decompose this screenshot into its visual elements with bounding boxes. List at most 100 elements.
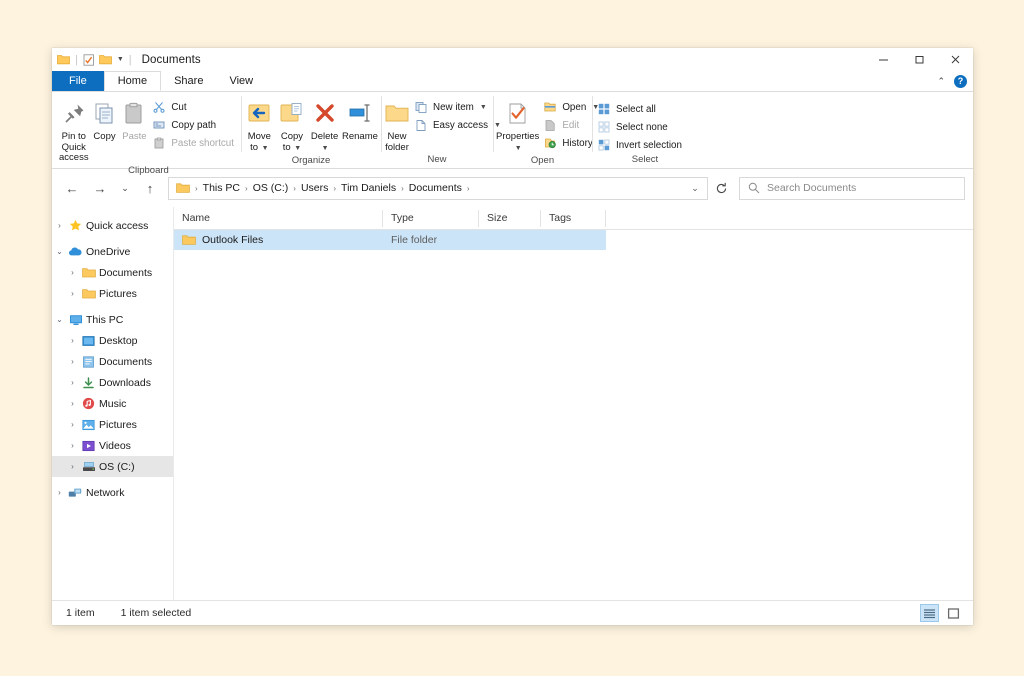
move-to-button[interactable]: Move to ▼ <box>244 96 275 154</box>
table-row[interactable]: Outlook Files File folder <box>174 230 606 250</box>
breadcrumb-item-tim-daniels[interactable]: Tim Daniels <box>337 182 400 194</box>
copy-to-button[interactable]: Copy to ▼ <box>277 96 308 154</box>
sidebar-item-this-pc[interactable]: ⌄ This PC <box>52 309 173 330</box>
refresh-button[interactable] <box>709 177 733 200</box>
qat-customize-caret-icon[interactable]: ▼ <box>117 56 124 63</box>
breadcrumb-item-os-c[interactable]: OS (C:) <box>249 182 293 194</box>
ribbon: Pin to Quick access Copy Paste Cut Copy … <box>52 92 973 176</box>
quick-access-toolbar: | ▼ | <box>52 48 133 71</box>
select-small-buttons: Select all Select none Invert selection <box>595 96 686 153</box>
tab-file[interactable]: File <box>52 71 104 91</box>
sidebar-item-videos[interactable]: › Videos <box>52 435 173 456</box>
select-none-button[interactable]: Select none <box>595 119 686 135</box>
title-bar: | ▼ | Documents <box>52 48 973 71</box>
new-folder-button[interactable]: New folder <box>384 96 410 153</box>
column-header-type[interactable]: Type <box>383 209 479 227</box>
close-button[interactable] <box>937 48 973 71</box>
star-icon <box>67 219 84 232</box>
sidebar-item-music[interactable]: › Music <box>52 393 173 414</box>
select-all-button[interactable]: Select all <box>595 101 686 117</box>
rename-button[interactable]: Rename <box>342 96 378 143</box>
column-header-tags[interactable]: Tags <box>541 209 606 227</box>
sidebar-item-network[interactable]: › Network <box>52 482 173 503</box>
ribbon-group-open: Properties ▼ Open ▼ Edit History Open <box>493 92 599 168</box>
tab-view[interactable]: View <box>216 71 266 91</box>
delete-x-icon <box>312 99 338 129</box>
expander-icon[interactable]: › <box>65 378 80 387</box>
edit-label: Edit <box>562 119 580 131</box>
sidebar-item-pictures[interactable]: › Pictures <box>52 414 173 435</box>
breadcrumb-folder-icon <box>174 182 194 194</box>
sidebar-item-desktop[interactable]: › Desktop <box>52 330 173 351</box>
address-dropdown-icon[interactable]: ⌄ <box>685 183 705 194</box>
sidebar-item-onedrive-documents[interactable]: › Documents <box>52 262 173 283</box>
new-small-buttons: New item ▼ Easy access ▼ <box>412 96 505 133</box>
tab-home[interactable]: Home <box>103 71 162 91</box>
new-item-label: New item <box>433 101 474 113</box>
ribbon-group-label-clipboard: Clipboard <box>128 164 169 176</box>
new-item-caret-icon[interactable]: ▼ <box>480 104 487 111</box>
qat-separator-2: | <box>128 53 132 66</box>
collapse-ribbon-icon[interactable]: ⌃ <box>937 76 945 87</box>
sidebar-item-quick-access[interactable]: › Quick access <box>52 215 173 236</box>
expander-icon[interactable]: › <box>65 289 80 298</box>
sidebar-item-onedrive-pictures[interactable]: › Pictures <box>52 283 173 304</box>
folder-icon <box>80 267 97 278</box>
expander-icon[interactable]: › <box>65 399 80 408</box>
new-item-button[interactable]: New item ▼ <box>412 99 505 115</box>
ribbon-tab-strip: File Home Share View ⌃ ? <box>52 71 973 92</box>
expander-icon[interactable]: › <box>65 268 80 277</box>
paste-button[interactable]: Paste <box>120 96 148 143</box>
sidebar-item-documents[interactable]: › Documents <box>52 351 173 372</box>
pin-to-quick-access-button[interactable]: Pin to Quick access <box>59 96 89 164</box>
paste-shortcut-button[interactable]: Paste shortcut <box>150 135 238 151</box>
help-icon[interactable]: ? <box>954 74 967 88</box>
expander-icon[interactable]: › <box>65 357 80 366</box>
invert-selection-button[interactable]: Invert selection <box>595 137 686 153</box>
expander-icon[interactable]: › <box>52 488 67 497</box>
properties-icon <box>505 99 531 129</box>
properties-button[interactable]: Properties ▼ <box>496 96 539 154</box>
breadcrumb-item-documents[interactable]: Documents <box>405 182 466 194</box>
column-header-name[interactable]: Name <box>174 209 383 227</box>
tab-share[interactable]: Share <box>161 71 216 91</box>
qat-properties-icon[interactable] <box>83 53 95 66</box>
qat-new-folder-icon[interactable] <box>98 54 112 65</box>
expander-icon[interactable]: › <box>65 336 80 345</box>
new-folder-label: New folder <box>385 131 409 153</box>
details-view-button[interactable] <box>920 604 939 622</box>
qat-folder-icon[interactable] <box>57 54 70 65</box>
search-input[interactable]: Search Documents <box>739 176 965 200</box>
tab-strip-right-controls: ⌃ ? <box>937 71 967 91</box>
copy-path-button[interactable]: Copy path <box>150 117 238 133</box>
expander-icon[interactable]: ⌄ <box>52 315 67 324</box>
file-name-cell[interactable]: Outlook Files <box>174 234 383 246</box>
sidebar-item-onedrive[interactable]: ⌄ OneDrive <box>52 241 173 262</box>
sidebar-item-downloads[interactable]: › Downloads <box>52 372 173 393</box>
large-icons-view-button[interactable] <box>944 604 963 622</box>
expander-icon[interactable]: › <box>65 441 80 450</box>
expander-icon[interactable]: › <box>65 462 80 471</box>
network-icon <box>67 487 84 499</box>
breadcrumb-separator-5[interactable]: › <box>466 184 471 193</box>
breadcrumb-item-users[interactable]: Users <box>297 182 332 194</box>
ribbon-group-clipboard: Pin to Quick access Copy Paste Cut Copy … <box>56 92 241 176</box>
address-breadcrumb-bar[interactable]: › This PC › OS (C:) › Users › Tim Daniel… <box>168 176 708 200</box>
sidebar-item-os-c[interactable]: › OS (C:) <box>52 456 173 477</box>
column-header-size[interactable]: Size <box>479 209 541 227</box>
file-list: Outlook Files File folder <box>174 230 973 600</box>
easy-access-button[interactable]: Easy access ▼ <box>412 117 505 133</box>
expander-icon[interactable]: ⌄ <box>52 247 67 256</box>
copy-button[interactable]: Copy <box>91 96 119 143</box>
cut-button[interactable]: Cut <box>150 99 238 115</box>
minimize-button[interactable] <box>865 48 901 71</box>
maximize-button[interactable] <box>901 48 937 71</box>
breadcrumb-item-this-pc[interactable]: This PC <box>199 182 244 194</box>
sidebar-label-onedrive: OneDrive <box>86 245 131 258</box>
documents-icon <box>80 355 97 368</box>
delete-button[interactable]: Delete ▼ <box>309 96 340 154</box>
easy-access-icon <box>414 118 428 132</box>
expander-icon[interactable]: › <box>65 420 80 429</box>
explorer-body: › Quick access ⌄ OneDrive › Documents › … <box>52 207 973 600</box>
expander-icon[interactable]: › <box>52 221 67 230</box>
